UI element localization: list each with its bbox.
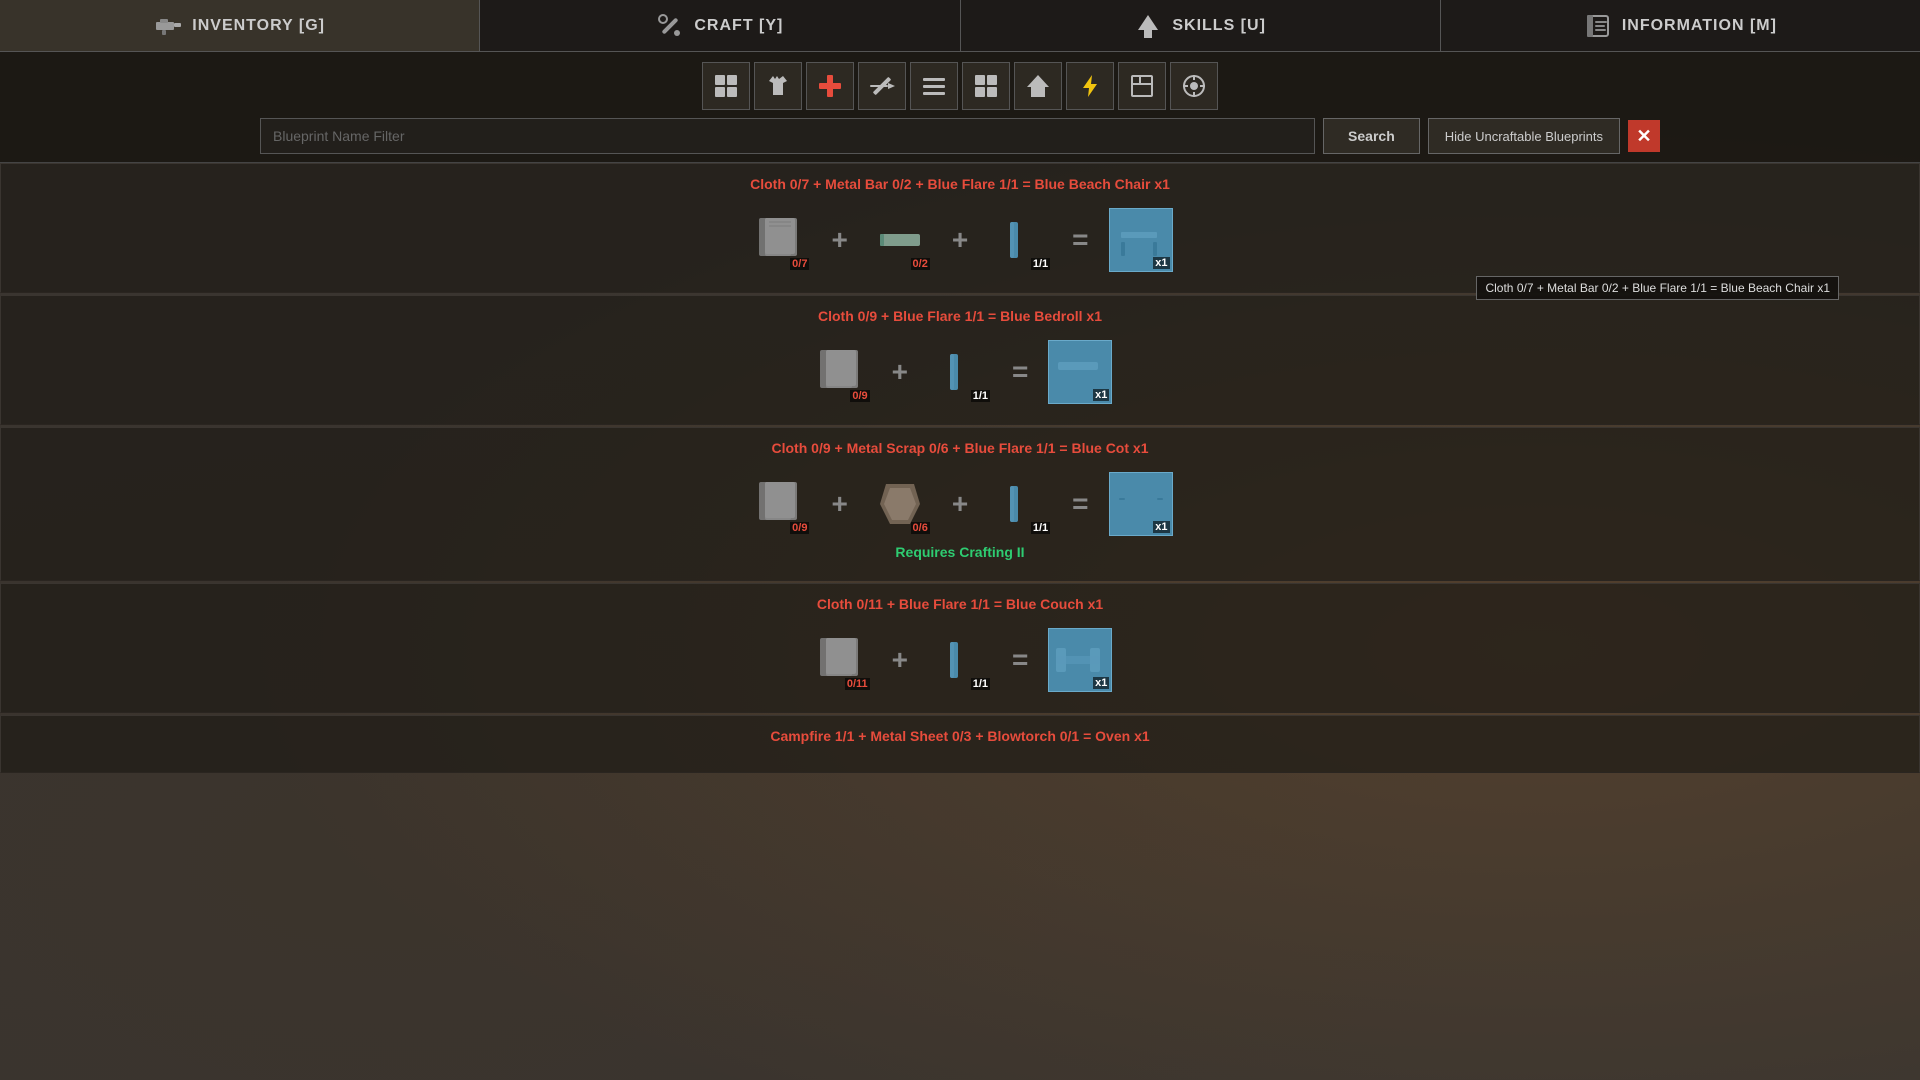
flare-count-1: 1/1 bbox=[1031, 258, 1050, 270]
nav-craft-label: Craft [Y] bbox=[694, 17, 783, 35]
close-filter-button[interactable]: ✕ bbox=[1628, 120, 1660, 152]
nav-skills-label: Skills [U] bbox=[1172, 17, 1266, 35]
wrench-icon bbox=[656, 12, 684, 40]
blueprint-blue-couch: Cloth 0/11 + Blue Flare 1/1 = Blue Couch… bbox=[0, 583, 1920, 713]
category-icons bbox=[702, 62, 1218, 110]
metal-bar-count: 0/2 bbox=[911, 258, 930, 270]
bedroll-count: x1 bbox=[1093, 389, 1109, 401]
recipe-item-flare-4: 1/1 bbox=[928, 628, 992, 692]
blueprint-recipe-cot: 0/9 + 0/6 + bbox=[21, 472, 1899, 536]
category-building[interactable] bbox=[962, 62, 1010, 110]
cloth-icon-2: 0/9 bbox=[808, 340, 872, 404]
filter-area: Search Hide Uncraftable Blueprints ✕ bbox=[0, 52, 1920, 163]
category-all[interactable] bbox=[702, 62, 750, 110]
plus-op-4: + bbox=[831, 488, 847, 520]
nav-inventory-label: Inventory [G] bbox=[192, 17, 325, 35]
main-container: Inventory [G] Craft [Y] Skills [U] bbox=[0, 0, 1920, 1080]
category-electrical[interactable] bbox=[1066, 62, 1114, 110]
nav-craft[interactable]: Craft [Y] bbox=[480, 0, 960, 51]
requires-crafting-text: Requires Crafting II bbox=[21, 544, 1899, 560]
category-resources[interactable] bbox=[910, 62, 958, 110]
cloth-icon-3: 0/9 bbox=[747, 472, 811, 536]
blueprint-blue-bedroll: Cloth 0/9 + Blue Flare 1/1 = Blue Bedrol… bbox=[0, 295, 1920, 425]
equals-op-1: = bbox=[1072, 224, 1088, 256]
plus-op-2: + bbox=[952, 224, 968, 256]
cot-result-icon: x1 bbox=[1109, 472, 1173, 536]
beach-chair-count: x1 bbox=[1153, 257, 1169, 269]
metal-scrap-icon: 0/6 bbox=[868, 472, 932, 536]
blueprint-title-cot: Cloth 0/9 + Metal Scrap 0/6 + Blue Flare… bbox=[21, 440, 1899, 456]
blueprint-title-beach-chair: Cloth 0/7 + Metal Bar 0/2 + Blue Flare 1… bbox=[21, 176, 1899, 192]
blueprint-title-couch: Cloth 0/11 + Blue Flare 1/1 = Blue Couch… bbox=[21, 596, 1899, 612]
category-weapons[interactable] bbox=[858, 62, 906, 110]
recipe-item-cloth-4: 0/11 bbox=[808, 628, 872, 692]
nav-information[interactable]: Information [M] bbox=[1441, 0, 1920, 51]
nav-bar: Inventory [G] Craft [Y] Skills [U] bbox=[0, 0, 1920, 52]
flare-count-4: 1/1 bbox=[971, 678, 990, 690]
plus-op-1: + bbox=[831, 224, 847, 256]
recipe-item-cloth-3: 0/9 bbox=[747, 472, 811, 536]
blueprint-recipe-bedroll: 0/9 + 1/1 = bbox=[21, 340, 1899, 404]
couch-count: x1 bbox=[1093, 677, 1109, 689]
recipe-item-bedroll: x1 bbox=[1048, 340, 1112, 404]
blue-flare-icon-1: 1/1 bbox=[988, 208, 1052, 272]
blue-flare-icon-2: 1/1 bbox=[928, 340, 992, 404]
nav-information-label: Information [M] bbox=[1622, 17, 1777, 35]
blueprint-oven: Campfire 1/1 + Metal Sheet 0/3 + Blowtor… bbox=[0, 715, 1920, 773]
metal-scrap-count: 0/6 bbox=[911, 522, 930, 534]
blueprint-filter-input[interactable] bbox=[260, 118, 1315, 154]
up-arrow-icon bbox=[1134, 12, 1162, 40]
category-medical[interactable] bbox=[806, 62, 854, 110]
recipe-item-cot: x1 bbox=[1109, 472, 1173, 536]
cloth-count-2: 0/9 bbox=[850, 390, 869, 402]
plus-op-6: + bbox=[892, 644, 908, 676]
recipe-item-cloth-2: 0/9 bbox=[808, 340, 872, 404]
equals-op-2: = bbox=[1012, 356, 1028, 388]
flare-count-2: 1/1 bbox=[971, 390, 990, 402]
crafting-list: Cloth 0/7 + Metal Bar 0/2 + Blue Flare 1… bbox=[0, 163, 1920, 1080]
flare-count-3: 1/1 bbox=[1031, 522, 1050, 534]
search-row: Search Hide Uncraftable Blueprints ✕ bbox=[260, 118, 1660, 154]
category-storage[interactable] bbox=[1118, 62, 1166, 110]
blueprint-title-oven: Campfire 1/1 + Metal Sheet 0/3 + Blowtor… bbox=[21, 728, 1899, 744]
hide-uncraftable-button[interactable]: Hide Uncraftable Blueprints bbox=[1428, 118, 1620, 154]
recipe-item-metal-bar: 0/2 bbox=[868, 208, 932, 272]
cloth-icon: 0/7 bbox=[747, 208, 811, 272]
info-icon bbox=[1584, 12, 1612, 40]
cot-count: x1 bbox=[1153, 521, 1169, 533]
equals-op-4: = bbox=[1012, 644, 1028, 676]
couch-result-icon: x1 bbox=[1048, 628, 1112, 692]
bedroll-result-icon: x1 bbox=[1048, 340, 1112, 404]
recipe-item-flare-3: 1/1 bbox=[988, 472, 1052, 536]
metal-bar-icon: 0/2 bbox=[868, 208, 932, 272]
plus-op-5: + bbox=[952, 488, 968, 520]
beach-chair-result-icon: x1 bbox=[1109, 208, 1173, 272]
cloth-count-4: 0/11 bbox=[845, 678, 870, 690]
blueprint-recipe-couch: 0/11 + 1/1 = bbox=[21, 628, 1899, 692]
search-button[interactable]: Search bbox=[1323, 118, 1420, 154]
cloth-count-3: 0/9 bbox=[790, 522, 809, 534]
equals-op-3: = bbox=[1072, 488, 1088, 520]
nav-inventory[interactable]: Inventory [G] bbox=[0, 0, 480, 51]
blue-flare-icon-3: 1/1 bbox=[988, 472, 1052, 536]
blue-flare-icon-4: 1/1 bbox=[928, 628, 992, 692]
recipe-item-beach-chair: x1 bbox=[1109, 208, 1173, 272]
category-shelter[interactable] bbox=[1014, 62, 1062, 110]
blueprint-blue-beach-chair: Cloth 0/7 + Metal Bar 0/2 + Blue Flare 1… bbox=[0, 163, 1920, 293]
blueprint-title-bedroll: Cloth 0/9 + Blue Flare 1/1 = Blue Bedrol… bbox=[21, 308, 1899, 324]
category-clothing[interactable] bbox=[754, 62, 802, 110]
plus-op-3: + bbox=[892, 356, 908, 388]
nav-skills[interactable]: Skills [U] bbox=[961, 0, 1441, 51]
gun-icon bbox=[154, 12, 182, 40]
category-tools[interactable] bbox=[1170, 62, 1218, 110]
recipe-item-flare-1: 1/1 bbox=[988, 208, 1052, 272]
recipe-item-metal-scrap: 0/6 bbox=[868, 472, 932, 536]
recipe-item-cloth: 0/7 bbox=[747, 208, 811, 272]
blueprint-blue-cot: Cloth 0/9 + Metal Scrap 0/6 + Blue Flare… bbox=[0, 427, 1920, 581]
cloth-count: 0/7 bbox=[790, 258, 809, 270]
blueprint-recipe-beach-chair: 0/7 + 0/2 + bbox=[21, 208, 1899, 272]
cloth-icon-4: 0/11 bbox=[808, 628, 872, 692]
recipe-item-couch: x1 bbox=[1048, 628, 1112, 692]
recipe-item-flare-2: 1/1 bbox=[928, 340, 992, 404]
